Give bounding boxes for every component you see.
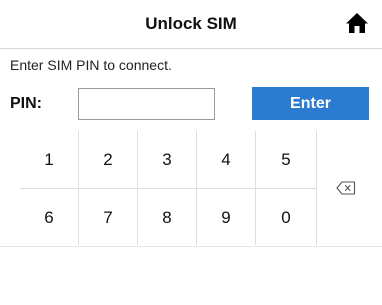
- keypad: 1 2 3 4 5 6 7 8 9 0: [20, 131, 374, 245]
- key-0[interactable]: 0: [257, 189, 315, 246]
- key-9[interactable]: 9: [197, 189, 255, 246]
- key-3[interactable]: 3: [138, 131, 196, 188]
- backspace-icon: [335, 181, 355, 195]
- key-4[interactable]: 4: [197, 131, 255, 188]
- key-2[interactable]: 2: [79, 131, 137, 188]
- bottom-divider: [0, 246, 382, 247]
- page-title: Unlock SIM: [145, 14, 237, 33]
- enter-button[interactable]: Enter: [252, 87, 369, 120]
- instruction-text: Enter SIM PIN to connect.: [10, 57, 172, 73]
- home-button[interactable]: [343, 9, 371, 37]
- pin-label: PIN:: [10, 95, 42, 112]
- key-7[interactable]: 7: [79, 189, 137, 246]
- key-8[interactable]: 8: [138, 189, 196, 246]
- home-icon: [346, 13, 368, 33]
- unlock-sim-screen: Unlock SIM Enter SIM PIN to connect. PIN…: [0, 0, 382, 305]
- key-6[interactable]: 6: [20, 189, 78, 246]
- key-5[interactable]: 5: [257, 131, 315, 188]
- key-1[interactable]: 1: [20, 131, 78, 188]
- title-bar: Unlock SIM: [0, 0, 382, 49]
- backspace-key[interactable]: [317, 131, 374, 245]
- pin-input[interactable]: [78, 88, 215, 120]
